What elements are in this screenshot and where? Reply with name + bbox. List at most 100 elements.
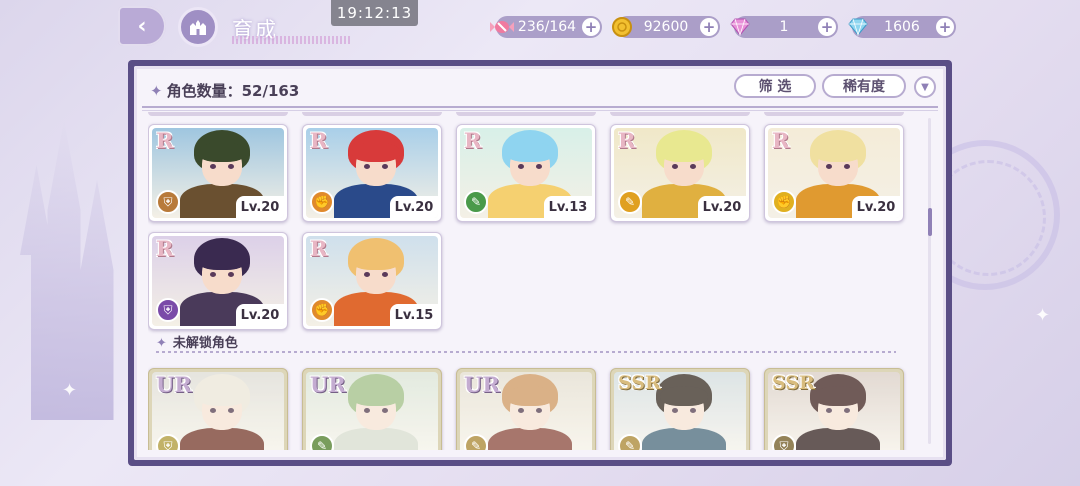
character-card[interactable]: R ✊ Lv.20 <box>302 124 442 222</box>
rarity-badge: R <box>618 128 636 153</box>
back-arrow-icon: ‹ <box>137 13 147 39</box>
character-portrait: R ⛨ Lv.20 <box>152 236 284 326</box>
character-eye <box>690 164 696 169</box>
character-fringe <box>814 142 862 162</box>
locked-character-card[interactable]: UR ✎ <box>456 368 596 450</box>
rarity-badge: R <box>156 128 174 153</box>
title-underline-decoration <box>232 36 350 44</box>
blue-diamond-icon <box>844 13 872 41</box>
back-button[interactable]: ‹ <box>118 6 166 46</box>
character-eye <box>536 164 542 169</box>
character-fringe <box>506 142 554 162</box>
section-divider <box>156 351 896 353</box>
locked-section-title: ✦ 未解锁角色 <box>156 332 238 351</box>
rarity-badge: UR <box>310 372 346 397</box>
character-portrait: UR ⛨ <box>152 372 284 450</box>
character-card[interactable]: R ✎ Lv.20 <box>610 124 750 222</box>
filter-button[interactable]: 筛 选 <box>734 74 816 98</box>
rarity-badge: R <box>156 236 174 261</box>
home-button[interactable] <box>178 7 218 47</box>
character-portrait: R ✊ Lv.20 <box>306 128 438 218</box>
level-badge: Lv.20 <box>236 196 284 218</box>
scrollbar-track[interactable] <box>928 118 931 444</box>
star-bullet-icon: ✦ <box>156 336 167 351</box>
panel-header: ✦ 角色数量：52/163 筛 选 稀有度 ▼ <box>134 66 946 111</box>
fist-icon: ✊ <box>310 298 334 322</box>
previous-row-edge <box>610 112 750 116</box>
character-portrait: UR ✎ <box>460 372 592 450</box>
level-badge: Lv.13 <box>544 196 592 218</box>
level-badge: Lv.20 <box>852 196 900 218</box>
character-eye <box>826 164 832 169</box>
star-bullet-icon: ✦ <box>150 82 163 100</box>
rarity-badge: SSR <box>772 372 815 394</box>
level-badge: Lv.20 <box>236 304 284 326</box>
rarity-sort-button[interactable]: 稀有度 <box>822 74 906 98</box>
currency-pink-gem: 1 + <box>730 16 838 38</box>
character-count-value: 52/163 <box>241 82 300 100</box>
character-fringe <box>198 250 246 270</box>
header-divider <box>142 106 938 108</box>
scrollbar-thumb[interactable] <box>928 208 932 236</box>
character-card[interactable]: R ✊ Lv.15 <box>302 232 442 330</box>
fist-icon: ✊ <box>772 190 796 214</box>
locked-section-label: 未解锁角色 <box>172 336 238 351</box>
rarity-badge: R <box>310 236 328 261</box>
character-count: ✦ 角色数量：52/163 <box>150 80 299 101</box>
character-grid[interactable]: ✦ 未解锁角色 R ⛨ Lv.20 R ✊ Lv.20 R ✎ Lv.13 R ✎ Lv.20 R ✊ Lv.… <box>148 112 920 450</box>
character-card[interactable]: R ✎ Lv.13 <box>456 124 596 222</box>
fist-icon: ✊ <box>310 190 334 214</box>
character-fringe <box>352 250 400 270</box>
rarity-badge: UR <box>156 372 192 397</box>
character-eye <box>364 164 370 169</box>
locked-character-card[interactable]: SSR ✎ <box>610 368 750 450</box>
candy-icon <box>488 13 516 41</box>
locked-character-card[interactable]: SSR ⛨ <box>764 368 904 450</box>
character-portrait: R ✊ Lv.15 <box>306 236 438 326</box>
level-badge: Lv.15 <box>390 304 438 326</box>
currency-diamond: 1606 + <box>848 16 956 38</box>
character-fringe <box>660 142 708 162</box>
character-portrait: R ✎ Lv.13 <box>460 128 592 218</box>
character-eye <box>210 164 216 169</box>
character-portrait: R ✎ Lv.20 <box>614 128 746 218</box>
locked-character-card[interactable]: UR ✎ <box>302 368 442 450</box>
rarity-badge: R <box>310 128 328 153</box>
character-eye <box>210 272 216 277</box>
add-gold-button[interactable]: + <box>700 18 718 36</box>
previous-row-edge <box>148 112 288 116</box>
character-panel: ✦ 角色数量：52/163 筛 选 稀有度 ▼ ✦ 未解锁角色 R ⛨ Lv.20 R ✊ L… <box>128 60 952 466</box>
castle-home-icon <box>190 20 206 35</box>
locked-character-card[interactable]: UR ⛨ <box>148 368 288 450</box>
character-eye <box>672 164 678 169</box>
character-panel-inner: ✦ 角色数量：52/163 筛 选 稀有度 ▼ ✦ 未解锁角色 R ⛨ Lv.20 R ✊ L… <box>134 66 946 460</box>
currency-gold: 92600 + <box>612 16 720 38</box>
character-eye <box>382 272 388 277</box>
character-count-label: 角色数量 <box>166 82 227 100</box>
character-fringe <box>352 142 400 162</box>
character-portrait: R ⛨ Lv.20 <box>152 128 284 218</box>
pink-gem-icon <box>726 13 754 41</box>
add-stamina-button[interactable]: + <box>582 18 600 36</box>
character-fringe <box>198 142 246 162</box>
character-card[interactable]: R ⛨ Lv.20 <box>148 232 288 330</box>
castle-silhouette <box>20 120 114 420</box>
character-count-colon: ： <box>226 82 242 100</box>
top-bar: ‹ 育成 19:12:13 236/164 + 92600 + 1 + 1606 <box>0 0 1080 56</box>
sort-order-button[interactable]: ▼ <box>914 76 936 98</box>
character-portrait: R ✊ Lv.20 <box>768 128 900 218</box>
character-card[interactable]: R ✊ Lv.20 <box>764 124 904 222</box>
header-divider-thin <box>142 110 938 111</box>
gold-coin-icon <box>608 13 636 41</box>
level-badge: Lv.20 <box>698 196 746 218</box>
character-portrait: SSR ✎ <box>614 372 746 450</box>
add-diamond-button[interactable]: + <box>936 18 954 36</box>
currency-stamina: 236/164 + <box>490 16 602 38</box>
triangle-down-icon: ▼ <box>921 81 929 93</box>
character-card[interactable]: R ⛨ Lv.20 <box>148 124 288 222</box>
rarity-badge: SSR <box>618 372 661 394</box>
rarity-badge: R <box>772 128 790 153</box>
character-eye <box>228 272 234 277</box>
add-pink-gem-button[interactable]: + <box>818 18 836 36</box>
character-eye <box>518 164 524 169</box>
